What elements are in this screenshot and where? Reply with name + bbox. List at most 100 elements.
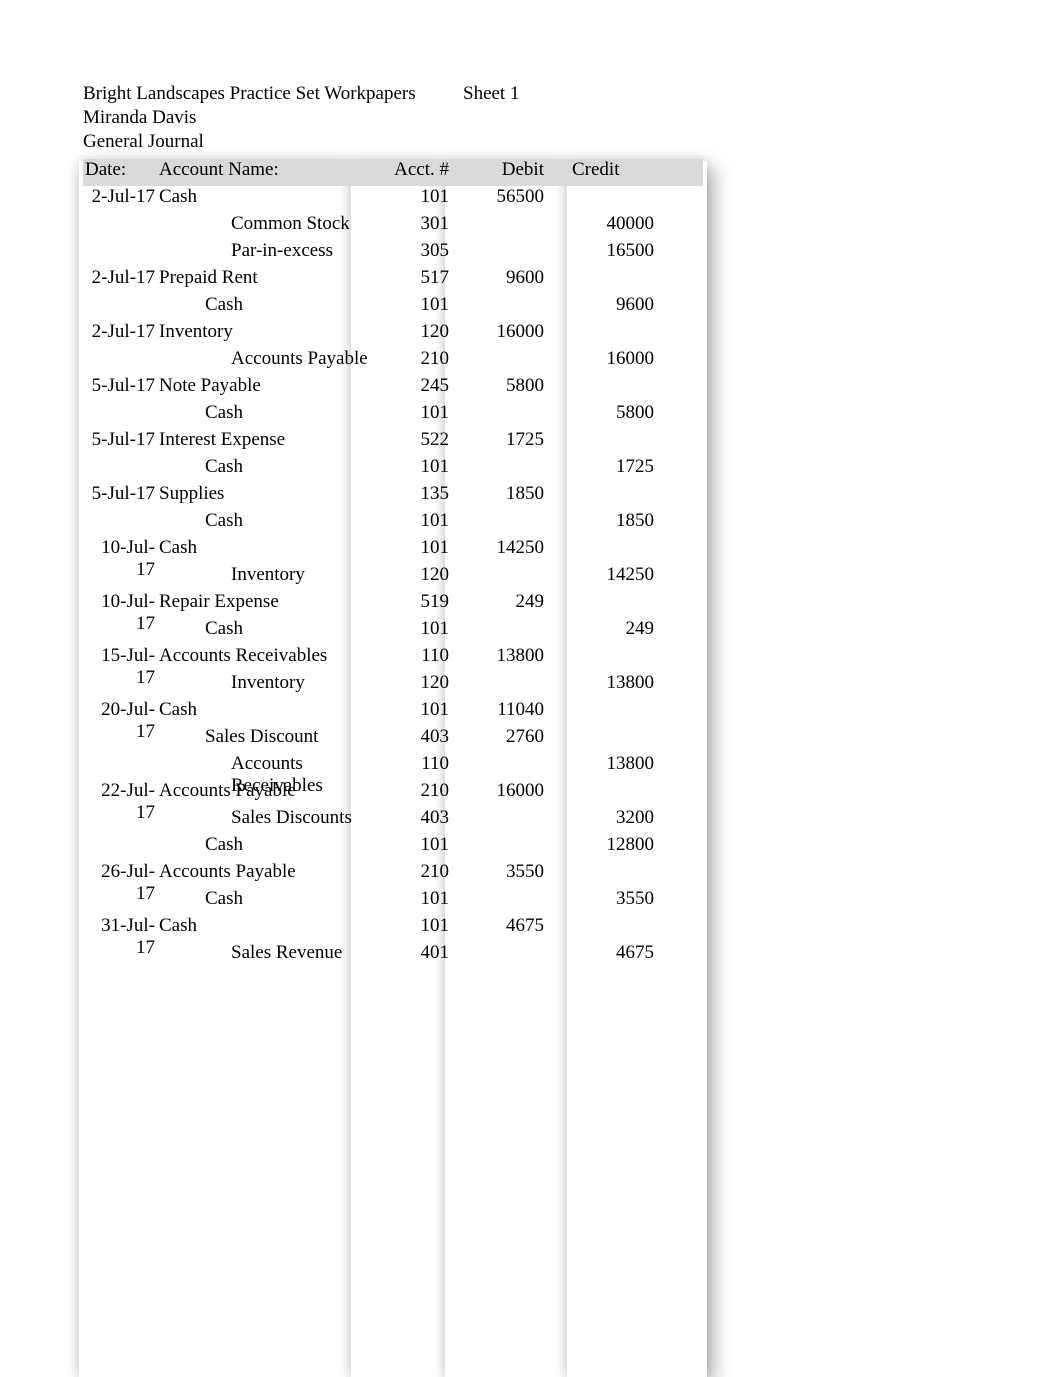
cell-account: Cash (159, 186, 389, 208)
cell-debit: 1725 (459, 429, 554, 451)
cell-acctnum: 403 (389, 807, 459, 829)
cell-credit: 12800 (554, 834, 664, 856)
cell-acctnum: 517 (389, 267, 459, 289)
cell-date: 2-Jul-17 (83, 321, 159, 343)
table-row: Cash1011725 (83, 456, 703, 483)
cell-account: Interest Expense (159, 429, 389, 451)
table-row: 2-Jul-17Cash10156500 (83, 186, 703, 213)
cell-credit: 4675 (554, 942, 664, 964)
cell-acctnum: 210 (389, 861, 459, 883)
cell-credit: 9600 (554, 294, 664, 316)
cell-account: Accounts Receivables (159, 645, 389, 667)
cell-acctnum: 101 (389, 402, 459, 424)
cell-credit: 14250 (554, 564, 664, 586)
table-header: Date: Account Name: Acct. # Debit Credit (83, 159, 703, 186)
col-date-header: Date: (83, 159, 159, 181)
cell-credit: 3550 (554, 888, 664, 910)
cell-credit: 16000 (554, 348, 664, 370)
table-row: 31-Jul-17Cash1014675 (83, 915, 703, 942)
cell-account: Cash (159, 537, 389, 559)
cell-credit: 40000 (554, 213, 664, 235)
cell-account: Sales Discounts (159, 807, 389, 829)
table-row: 20-Jul-17Cash10111040 (83, 699, 703, 726)
cell-date: 10-Jul-17 (83, 591, 159, 635)
author-name: Miranda Davis (83, 107, 703, 129)
cell-acctnum: 135 (389, 483, 459, 505)
cell-account: Cash (159, 699, 389, 721)
cell-acctnum: 101 (389, 537, 459, 559)
cell-debit: 249 (459, 591, 554, 613)
journal-table: Date: Account Name: Acct. # Debit Credit… (83, 159, 703, 969)
col-account-header: Account Name: (159, 159, 389, 181)
table-row: Sales Revenue4014675 (83, 942, 703, 969)
cell-acctnum: 101 (389, 294, 459, 316)
cell-account: Note Payable (159, 375, 389, 397)
cell-credit: 249 (554, 618, 664, 640)
cell-account: Sales Discount (159, 726, 389, 748)
table-row: Par-in-excess305 16500 (83, 240, 703, 267)
cell-debit: 16000 (459, 321, 554, 343)
cell-acctnum: 101 (389, 834, 459, 856)
cell-debit: 14250 (459, 537, 554, 559)
cell-account: Cash (159, 888, 389, 910)
cell-date: 22-Jul-17 (83, 780, 159, 824)
table-row: Inventory12013800 (83, 672, 703, 699)
table-row: 10-Jul-17Cash10114250 (83, 537, 703, 564)
cell-date: 26-Jul-17 (83, 861, 159, 905)
cell-acctnum: 110 (389, 753, 459, 775)
cell-debit: 5800 (459, 375, 554, 397)
cell-date: 2-Jul-17 (83, 267, 159, 289)
table-row: Cash101 3550 (83, 888, 703, 915)
cell-credit: 16500 (554, 240, 664, 262)
cell-account: Repair Expense (159, 591, 389, 613)
table-row: Accounts Receivables11013800 (83, 753, 703, 780)
cell-account: Sales Revenue (159, 942, 389, 964)
cell-acctnum: 403 (389, 726, 459, 748)
cell-acctnum: 210 (389, 348, 459, 370)
table-row: Common Stock30140000 (83, 213, 703, 240)
cell-acctnum: 101 (389, 915, 459, 937)
cell-acctnum: 101 (389, 456, 459, 478)
table-row: 5-Jul-17Interest Expense5221725 (83, 429, 703, 456)
cell-account: Cash (159, 618, 389, 640)
cell-date: 5-Jul-17 (83, 429, 159, 451)
cell-debit: 11040 (459, 699, 554, 721)
cell-acctnum: 522 (389, 429, 459, 451)
cell-account: Accounts Payable (159, 348, 389, 370)
cell-credit: 5800 (554, 402, 664, 424)
table-row: Cash1015800 (83, 402, 703, 429)
table-row: 5-Jul-17Supplies1351850 (83, 483, 703, 510)
cell-account: Inventory (159, 672, 389, 694)
cell-acctnum: 305 (389, 240, 459, 262)
cell-account: Cash (159, 294, 389, 316)
cell-debit: 9600 (459, 267, 554, 289)
cell-account: Inventory (159, 564, 389, 586)
cell-debit: 1850 (459, 483, 554, 505)
table-row: Inventory12014250 (83, 564, 703, 591)
table-row: Sales Discount4032760 (83, 726, 703, 753)
table-row: 10-Jul-17Repair Expense519249 (83, 591, 703, 618)
doc-title: Bright Landscapes Practice Set Workpaper… (83, 83, 443, 105)
col-debit-header: Debit (459, 159, 554, 181)
cell-account: Prepaid Rent (159, 267, 389, 289)
page-content: Bright Landscapes Practice Set Workpaper… (83, 83, 703, 969)
cell-debit: 56500 (459, 186, 554, 208)
table-row: Accounts Payable210 16000 (83, 348, 703, 375)
cell-account: Par-in-excess (159, 240, 389, 262)
table-row: 26-Jul-17Accounts Payable2103550 (83, 861, 703, 888)
cell-date: 2-Jul-17 (83, 186, 159, 208)
cell-debit: 4675 (459, 915, 554, 937)
cell-account: Cash (159, 834, 389, 856)
cell-date: 20-Jul-17 (83, 699, 159, 743)
cell-acctnum: 101 (389, 888, 459, 910)
table-row: Cash101 9600 (83, 294, 703, 321)
cell-acctnum: 101 (389, 699, 459, 721)
cell-account: Accounts Payable (159, 861, 389, 883)
cell-acctnum: 210 (389, 780, 459, 802)
cell-account: Cash (159, 915, 389, 937)
cell-credit: 13800 (554, 753, 664, 775)
cell-account: Inventory (159, 321, 389, 343)
cell-acctnum: 101 (389, 186, 459, 208)
cell-account: Cash (159, 456, 389, 478)
col-credit-header: Credit (554, 159, 664, 181)
